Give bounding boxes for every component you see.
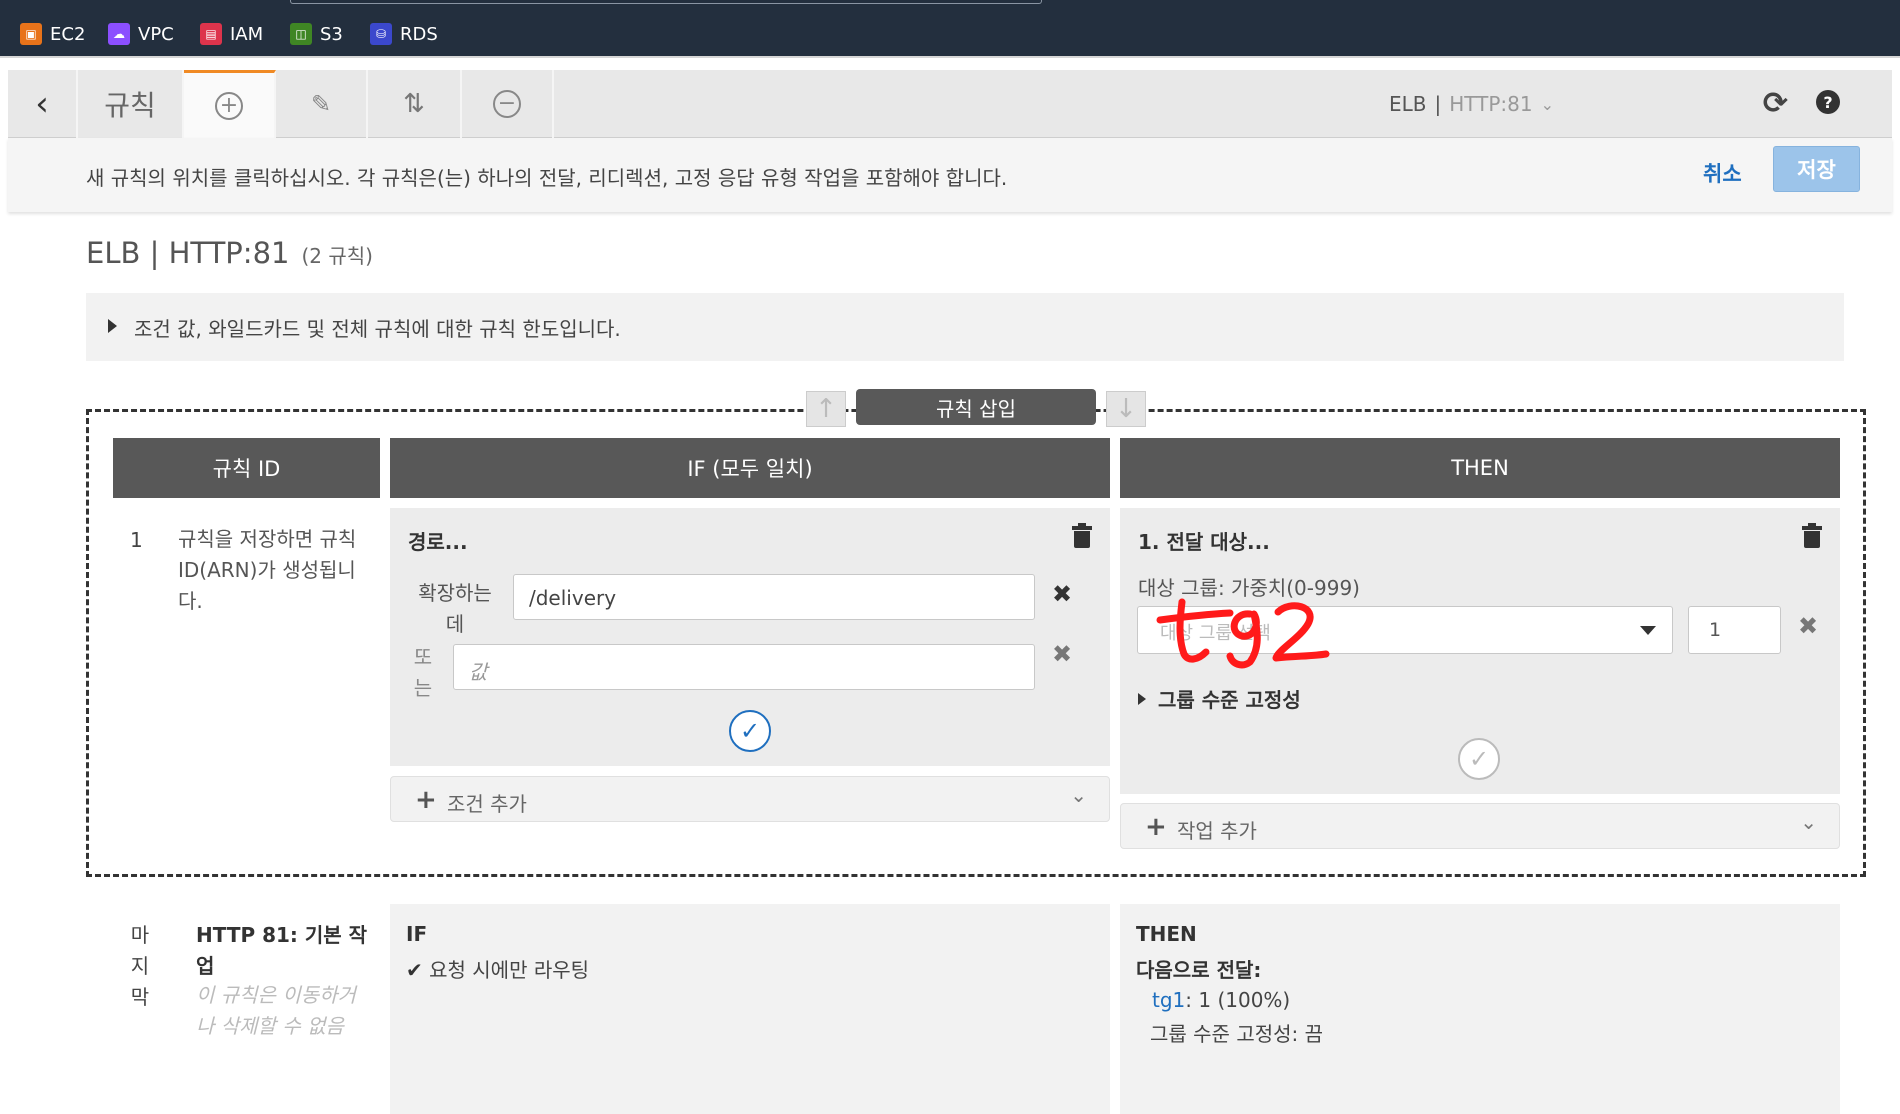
arrow-down-icon: ↓ xyxy=(1115,394,1137,424)
checkmark-icon: ✔ xyxy=(406,958,423,982)
then-action-panel: 1. 전달 대상... 대상 그룹: 가중치(0-999) 대상 그룹 선택 1… xyxy=(1120,508,1840,794)
caret-right-icon xyxy=(1138,693,1146,705)
favorite-rds[interactable]: ⛁ RDS xyxy=(370,22,438,46)
trash-icon[interactable] xyxy=(1802,523,1822,548)
default-stickiness: 그룹 수준 고정성: 끔 xyxy=(1150,1022,1324,1046)
default-rule-note: 이 규칙은 이동하거나 삭제할 수 없음 xyxy=(196,983,356,1038)
caret-down-icon xyxy=(1640,626,1656,635)
rule-number: 1 xyxy=(130,528,143,552)
chevron-down-icon: ⌄ xyxy=(1070,783,1087,807)
iam-icon: ▤ xyxy=(200,23,222,45)
insert-rule-label[interactable]: 규칙 삽입 xyxy=(856,389,1096,425)
favorite-s3[interactable]: ◫ S3 xyxy=(290,22,343,46)
action-title: 1. 전달 대상... xyxy=(1138,530,1270,554)
default-rule-if: IF ✔ 요청 시에만 라우팅 xyxy=(390,904,1110,1114)
arrow-up-icon: ↑ xyxy=(815,394,837,424)
ec2-icon: ▣ xyxy=(20,23,42,45)
remove-target-icon[interactable]: ✖ xyxy=(1798,612,1818,640)
sort-arrows-icon: ⇅ xyxy=(403,89,425,119)
column-header-if: IF (모두 일치) xyxy=(390,438,1110,498)
path-label: 확장하는데 xyxy=(418,581,492,636)
add-action-button[interactable]: + 작업 추가 ⌄ xyxy=(1120,803,1840,849)
save-button[interactable]: 저장 xyxy=(1773,146,1860,192)
insert-below-button[interactable]: ↓ xyxy=(1106,391,1146,427)
divider xyxy=(0,56,1900,58)
default-rule-title: HTTP 81: 기본 작업 xyxy=(196,923,368,978)
instruction-message: 새 규칙의 위치를 클릭하십시오. 각 규칙은(는) 하나의 전달, 리디렉션,… xyxy=(86,166,1008,190)
favorite-vpc[interactable]: ☁ VPC xyxy=(108,22,174,46)
cancel-button[interactable]: 취소 xyxy=(1703,158,1742,188)
weight-input[interactable]: 1 xyxy=(1688,606,1781,654)
rule-count: (2 규칙) xyxy=(301,244,373,268)
page-title: ELB | HTTP:81 (2 규칙) xyxy=(86,236,373,270)
confirm-action-button[interactable]: ✓ xyxy=(1458,738,1500,780)
chevron-down-icon: ⌄ xyxy=(1540,94,1554,114)
chevron-left-icon: ‹ xyxy=(35,84,49,124)
listener-selector[interactable]: ELB | HTTP:81 ⌄ xyxy=(1389,92,1554,116)
search-box-edge[interactable] xyxy=(290,0,1042,4)
vpc-icon: ☁ xyxy=(108,23,130,45)
add-rule-tab[interactable]: + xyxy=(184,70,276,138)
toolbar-title: 규칙 xyxy=(78,70,184,138)
plus-icon: + xyxy=(415,785,437,815)
s3-icon: ◫ xyxy=(290,23,312,45)
target-group-link[interactable]: tg1 xyxy=(1152,988,1185,1012)
rule-limits-toggle[interactable]: 조건 값, 와일드카드 및 전체 규칙에 대한 규칙 한도입니다. xyxy=(86,293,1844,361)
default-rule-then: THEN 다음으로 전달: tg1: 1 (100%) 그룹 수준 고정성: 끔 xyxy=(1120,904,1840,1114)
minus-circle-icon: − xyxy=(493,90,521,118)
help-icon[interactable]: ? xyxy=(1816,90,1840,114)
favorite-iam[interactable]: ▤ IAM xyxy=(200,22,263,46)
path-value-input[interactable]: /delivery xyxy=(513,574,1035,620)
target-group-select[interactable]: 대상 그룹 선택 xyxy=(1137,606,1673,654)
confirm-condition-button[interactable]: ✓ xyxy=(729,710,771,752)
rds-icon: ⛁ xyxy=(370,23,392,45)
chevron-down-icon: ⌄ xyxy=(1800,810,1817,834)
or-label: 또는 xyxy=(413,645,433,700)
caret-right-icon xyxy=(108,319,117,333)
favorites-bar: ▣ EC2 ☁ VPC ▤ IAM ◫ S3 ⛁ RDS xyxy=(0,0,1900,56)
rule-id-note: 규칙을 저장하면 규칙 ID(ARN)가 생성됩니다. xyxy=(178,527,357,613)
default-rule-id: 마지막 xyxy=(130,923,150,1009)
insert-above-button[interactable]: ↑ xyxy=(806,391,846,427)
default-target-group: tg1: 1 (100%) xyxy=(1152,988,1291,1012)
condition-title: 경로... xyxy=(408,530,468,554)
instruction-bar: 새 규칙의 위치를 클릭하십시오. 각 규칙은(는) 하나의 전달, 리디렉션,… xyxy=(8,138,1892,212)
group-stickiness-toggle[interactable]: 그룹 수준 고정성 xyxy=(1138,684,1301,713)
if-condition-panel: 경로... 확장하는데 /delivery ✖ 또는 값 ✖ ✓ xyxy=(390,508,1110,766)
favorite-ec2[interactable]: ▣ EC2 xyxy=(20,22,85,46)
add-condition-button[interactable]: + 조건 추가 ⌄ xyxy=(390,776,1110,822)
refresh-icon[interactable]: ⟳ xyxy=(1763,86,1788,121)
target-group-label: 대상 그룹: 가중치(0-999) xyxy=(1138,576,1360,600)
plus-circle-icon: + xyxy=(215,91,243,120)
path-value-input-empty[interactable]: 값 xyxy=(453,644,1035,690)
pencil-icon: ✎ xyxy=(310,90,332,118)
remove-value-icon[interactable]: ✖ xyxy=(1052,640,1072,668)
column-header-rule-id: 규칙 ID xyxy=(113,438,380,498)
back-button[interactable]: ‹ xyxy=(8,70,78,138)
remove-value-icon[interactable]: ✖ xyxy=(1052,580,1072,608)
reorder-rules-tab[interactable]: ⇅ xyxy=(368,70,462,138)
rules-toolbar: ‹ 규칙 + ✎ ⇅ − ELB | HTTP:81 ⌄ ⟳ ? xyxy=(8,70,1892,138)
plus-icon: + xyxy=(1145,812,1167,842)
edit-rule-tab[interactable]: ✎ xyxy=(276,70,368,138)
trash-icon[interactable] xyxy=(1072,523,1092,548)
delete-rule-tab[interactable]: − xyxy=(462,70,554,138)
column-header-then: THEN xyxy=(1120,438,1840,498)
